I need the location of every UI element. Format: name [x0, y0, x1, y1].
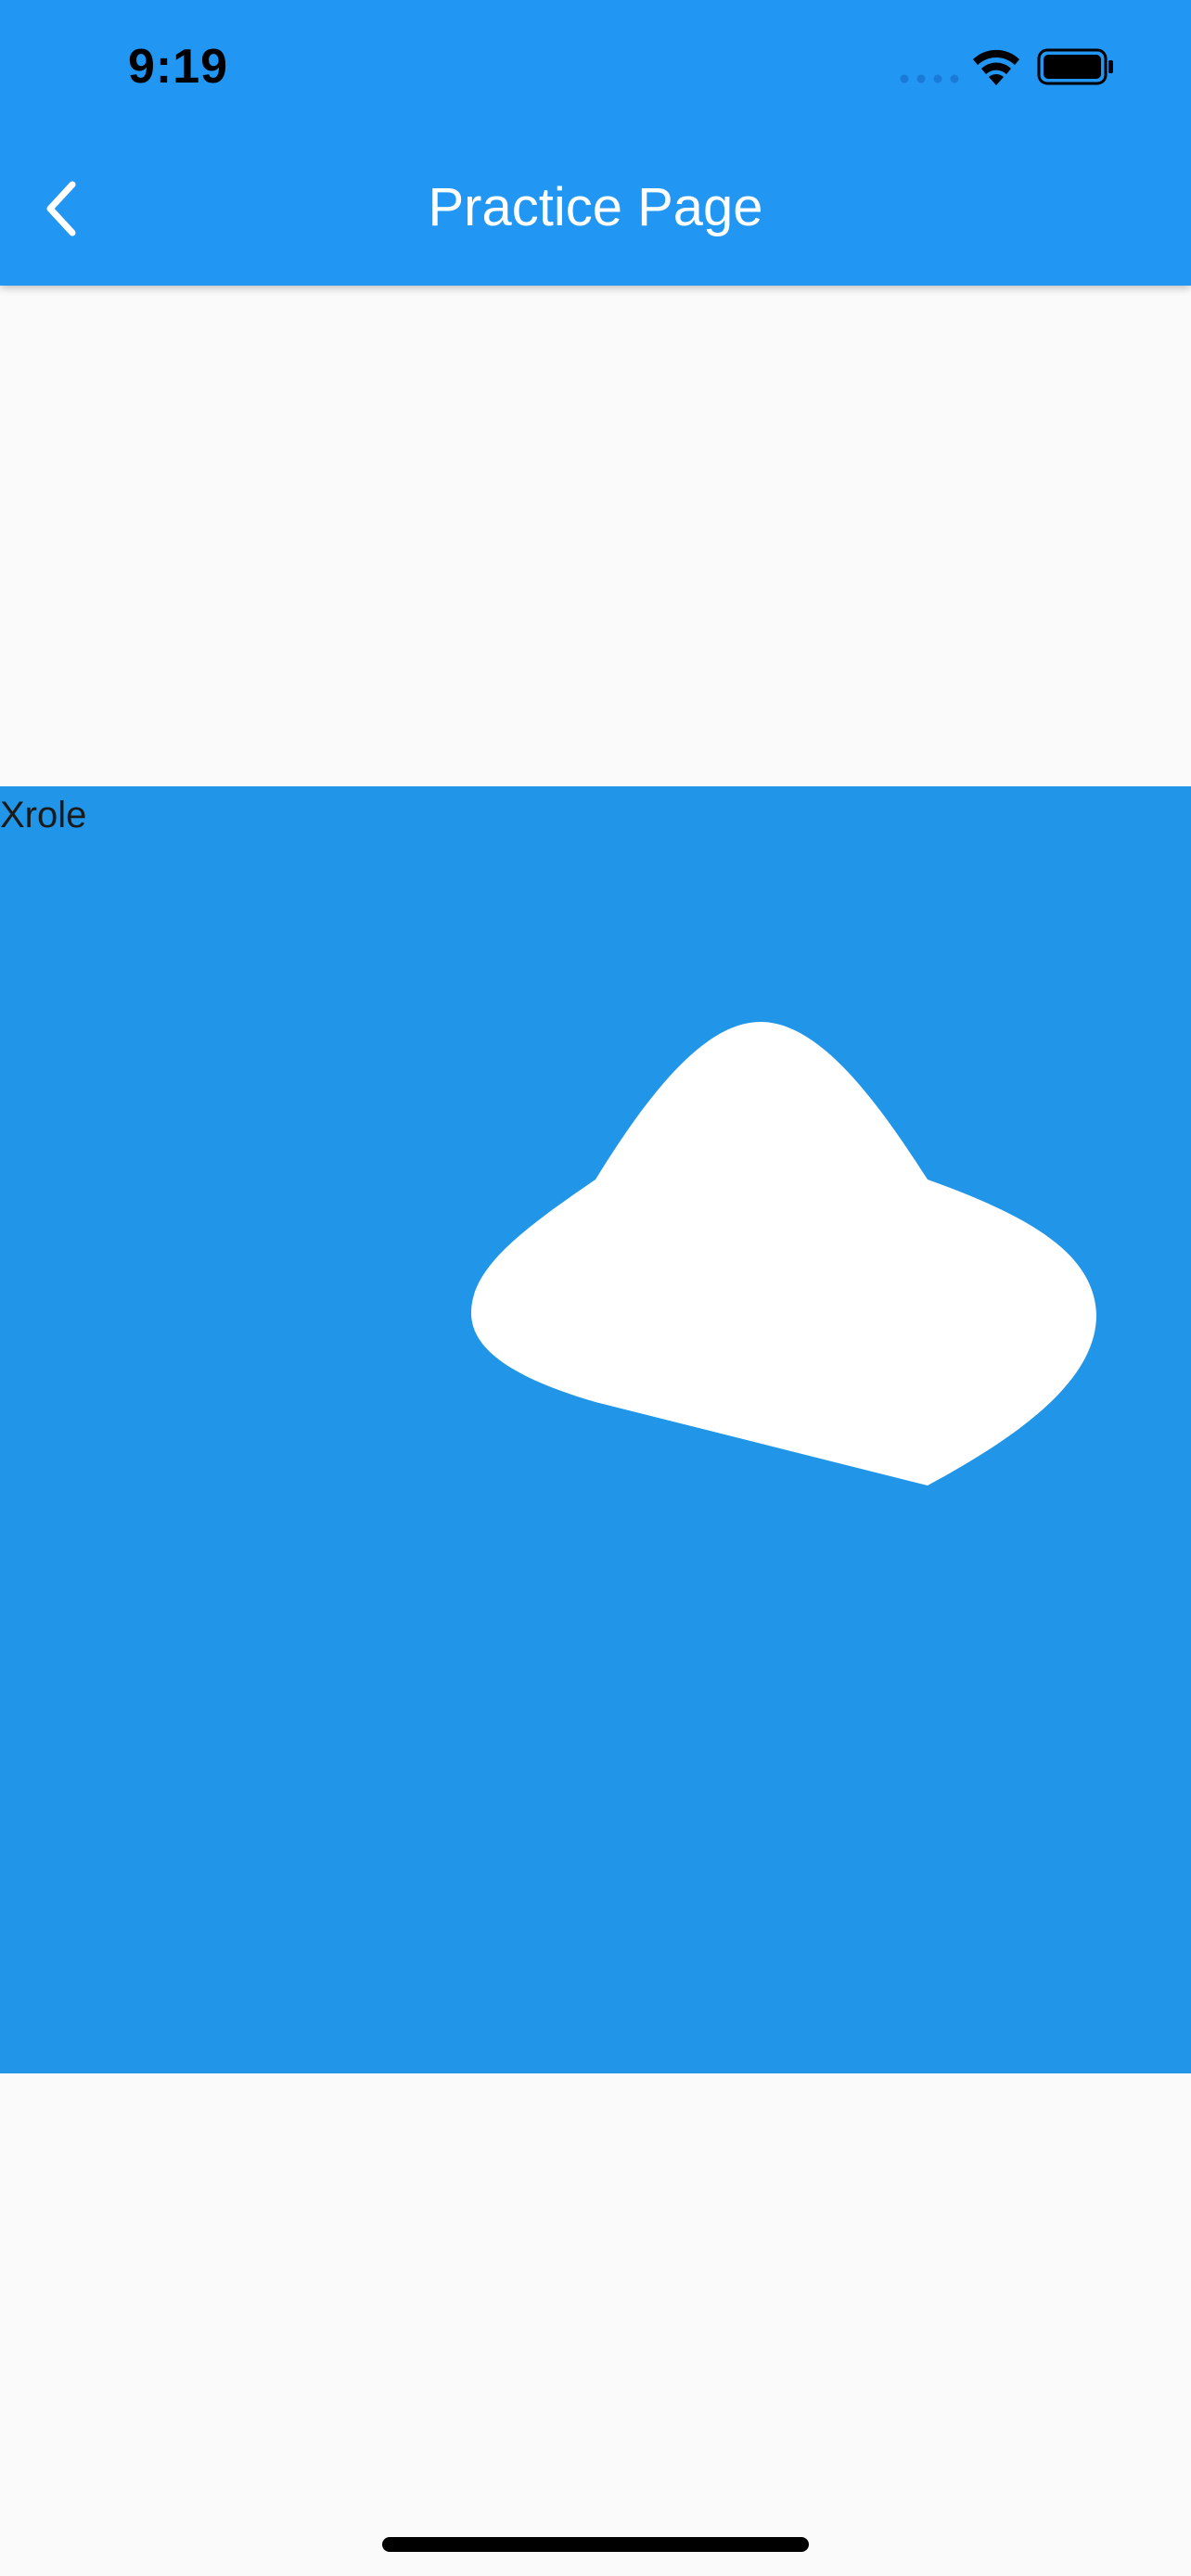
page-title: Practice Page: [428, 177, 763, 237]
app-bar: 9:19 Practice Page: [0, 0, 1191, 286]
wifi-icon: [973, 49, 1019, 85]
battery-full-icon: [1037, 48, 1113, 85]
practice-panel: Xrole: [0, 786, 1191, 2073]
home-indicator[interactable]: [382, 2537, 809, 2552]
cloud-shape: [471, 1022, 1096, 1486]
panel-label: Xrole: [0, 795, 87, 835]
signal-dots-icon: [900, 74, 959, 83]
status-time: 9:19: [128, 40, 229, 94]
screen: 9:19 Practice Page Xrole: [0, 0, 1191, 2576]
